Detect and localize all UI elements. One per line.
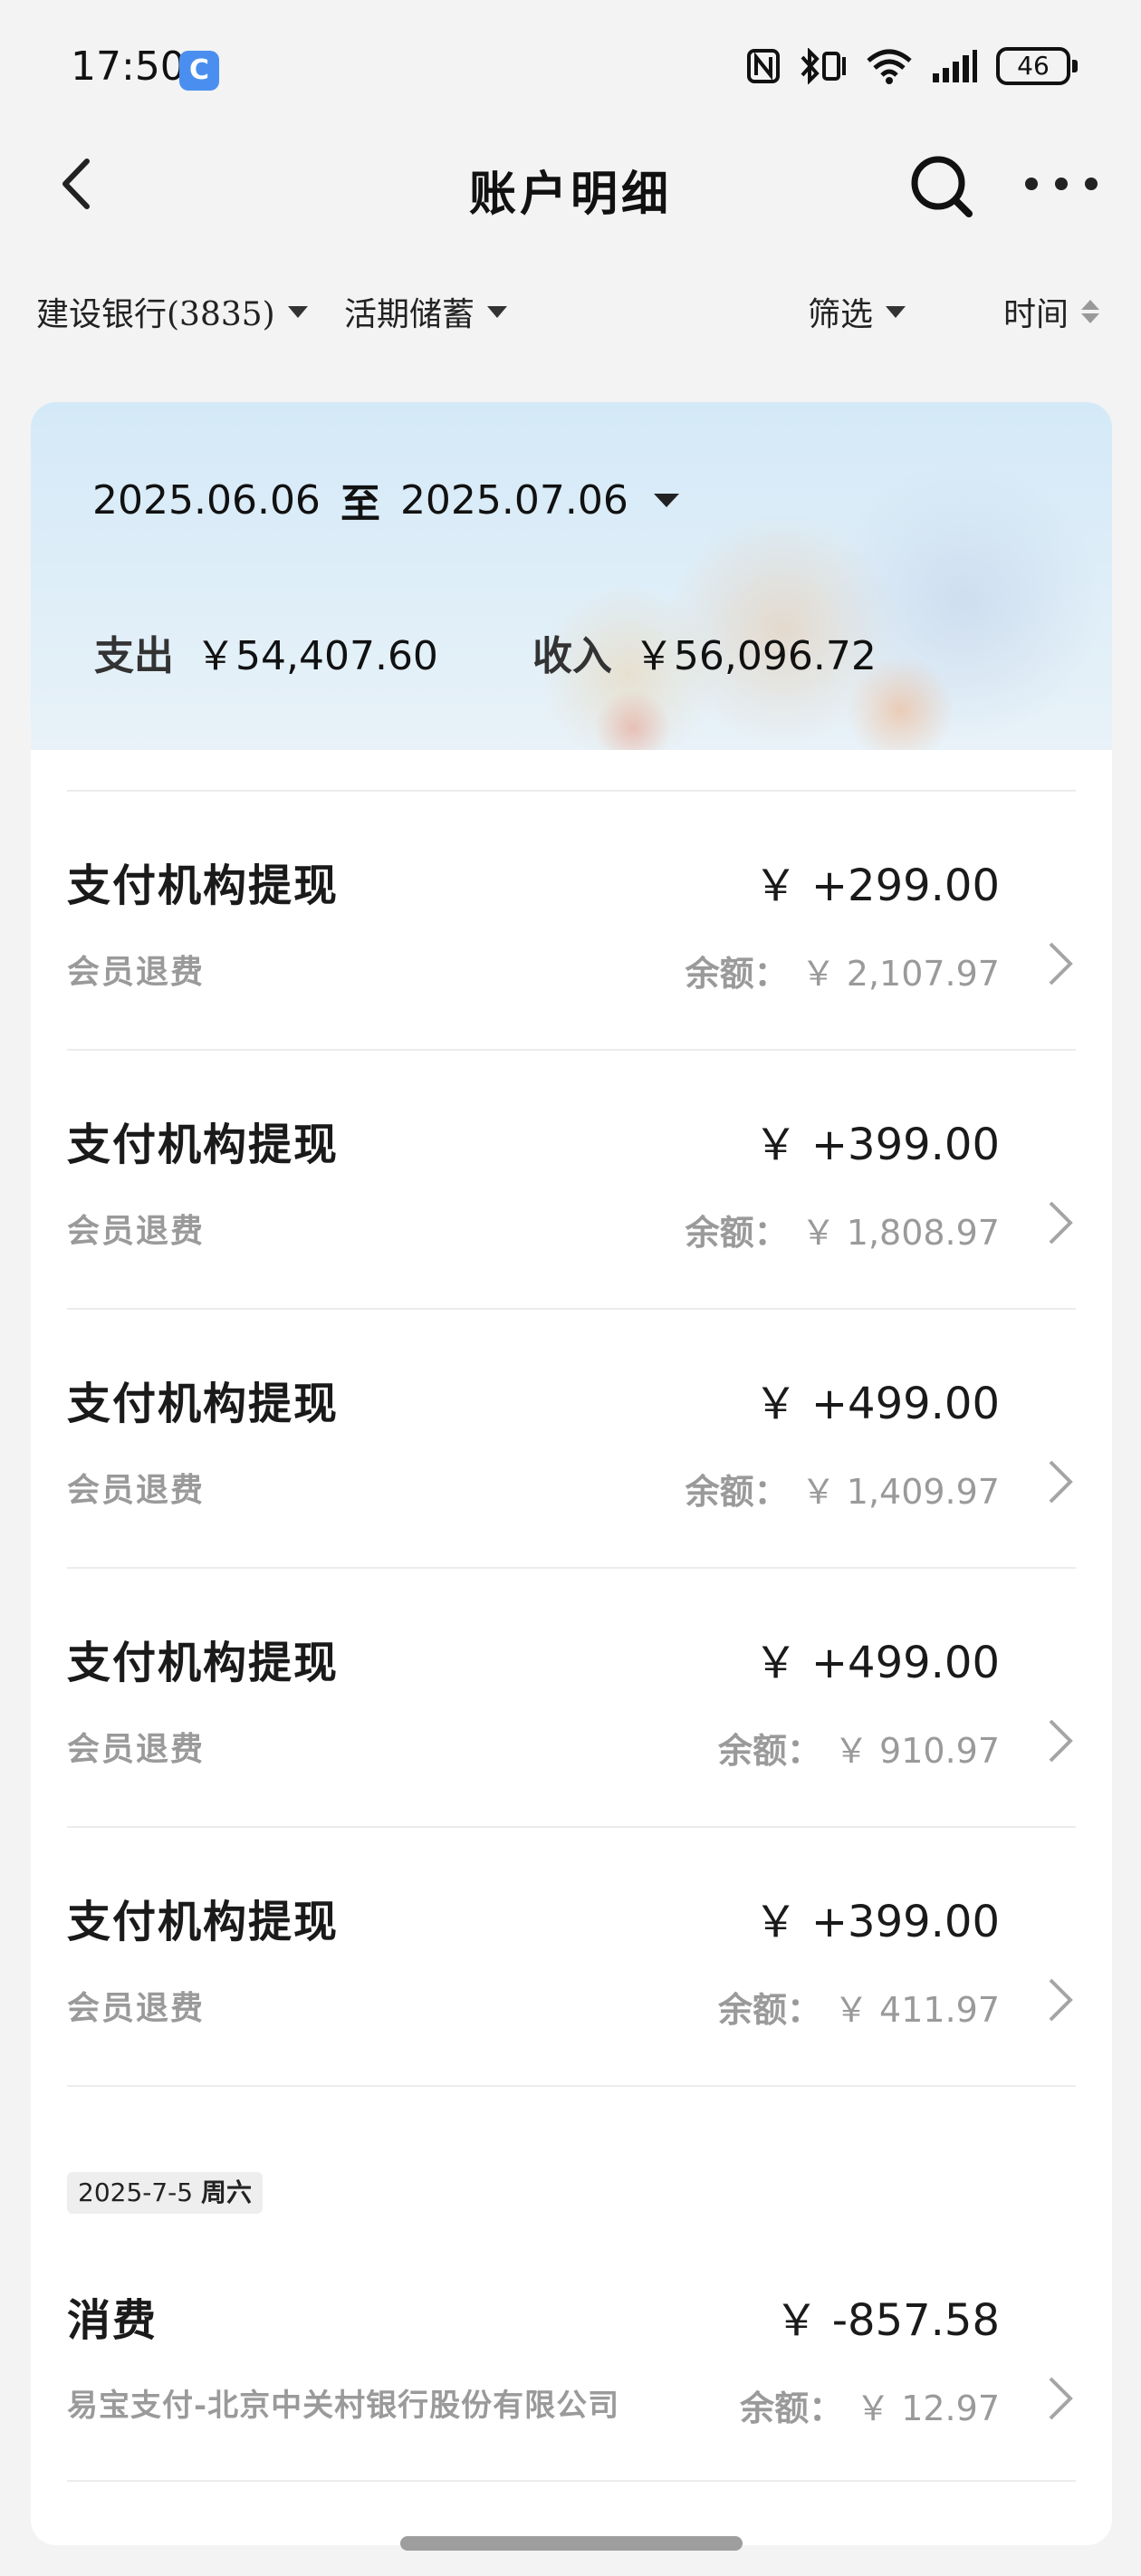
transaction-amount: ￥ +399.00	[753, 1897, 1000, 1947]
date-group-date: 2025-7-5	[78, 2177, 194, 2207]
chevron-right-icon	[1049, 1201, 1073, 1245]
transaction-amount: ￥ +399.00	[753, 1120, 1000, 1170]
chevron-right-icon	[1049, 2377, 1073, 2420]
status-icons: 46	[746, 47, 1078, 85]
chevron-right-icon	[1049, 942, 1073, 985]
transaction-balance: 余额： ￥ 1,808.97	[686, 1205, 1000, 1254]
search-icon	[911, 156, 973, 217]
transaction-row[interactable]: 支付机构提现 ￥ +399.00 会员退费 余额： ￥ 1,808.97	[31, 1051, 1112, 1308]
transaction-desc: 会员退费	[67, 1212, 206, 1250]
caret-down-icon	[653, 493, 679, 507]
more-dot	[1085, 178, 1098, 190]
home-indicator[interactable]	[400, 2536, 743, 2551]
transaction-balance: 余额： ￥ 1,409.97	[686, 1464, 1000, 1514]
balance-label: 余额：	[740, 2388, 844, 2428]
expense-label: 支出	[94, 633, 174, 679]
transaction-desc: 会员退费	[67, 1989, 206, 2027]
transaction-amount: ￥ +299.00	[753, 860, 1000, 911]
filter-button[interactable]: 筛选	[808, 288, 906, 335]
divider	[67, 2085, 1076, 2087]
more-button[interactable]	[1025, 161, 1098, 207]
app-notification-icon: C	[179, 51, 219, 91]
chevron-right-icon	[1049, 1719, 1073, 1763]
sort-icon	[1081, 300, 1100, 323]
account-type-selector[interactable]: 活期储蓄	[344, 288, 508, 335]
summary-banner: 2025.06.06 至 2025.07.06 支出 ￥54,407.60 收入…	[31, 402, 1112, 750]
balance-value: ￥ 12.97	[856, 2389, 1000, 2428]
transaction-row[interactable]: 支付机构提现 ￥ +499.00 会员退费 余额： ￥ 1,409.97	[31, 1310, 1112, 1567]
transaction-row[interactable]: 支付机构提现 ￥ +399.00 会员退费 余额： ￥ 411.97	[31, 1828, 1112, 2085]
totals: 支出 ￥54,407.60 收入 ￥56,096.72	[94, 623, 877, 681]
status-bar: 17:50 C 46	[0, 0, 1141, 136]
transaction-balance: 余额： ￥ 12.97	[740, 2380, 1000, 2430]
account-selector[interactable]: 建设银行(3835)	[36, 288, 308, 335]
start-date: 2025.06.06	[92, 476, 321, 524]
transaction-balance: 余额： ￥ 2,107.97	[686, 946, 1000, 995]
divider	[67, 2480, 1076, 2482]
balance-label: 余额：	[717, 1730, 821, 1771]
sort-label: 时间	[1003, 296, 1069, 333]
account-label: 建设银行(3835)	[36, 296, 275, 333]
transactions-card: 2025.06.06 至 2025.07.06 支出 ￥54,407.60 收入…	[31, 402, 1112, 2545]
balance-label: 余额：	[685, 1212, 789, 1253]
transaction-balance: 余额： ￥ 910.97	[718, 1723, 1000, 1773]
status-time: 17:50	[71, 43, 186, 90]
nfc-icon	[747, 49, 780, 83]
date-range-selector[interactable]: 2025.06.06 至 2025.07.06	[92, 471, 679, 529]
transaction-row[interactable]: 消费 ￥ -857.58 易宝支付-北京中关村银行股份有限公司 余额： ￥ 12.…	[31, 2226, 1112, 2484]
transaction-balance: 余额： ￥ 411.97	[718, 1982, 1000, 2032]
transaction-title: 支付机构提现	[67, 1897, 340, 1947]
date-group-weekday: 周六	[201, 2177, 253, 2207]
date-group-chip: 2025-7-5 周六	[67, 2172, 264, 2214]
more-dot	[1055, 178, 1068, 190]
transaction-desc: 会员退费	[67, 953, 206, 991]
balance-value: ￥ 1,409.97	[801, 1472, 1000, 1512]
income-amount: ￥56,096.72	[633, 633, 877, 679]
date-separator: 至	[340, 481, 380, 527]
transaction-amount: ￥ +499.00	[753, 1379, 1000, 1429]
transaction-title: 支付机构提现	[67, 1120, 340, 1170]
caret-down-icon	[487, 305, 508, 318]
caret-down-icon	[287, 305, 308, 318]
caret-down-icon	[886, 305, 906, 318]
sort-time-button[interactable]: 时间	[1003, 288, 1100, 335]
transaction-title: 支付机构提现	[67, 1379, 340, 1429]
balance-value: ￥ 411.97	[833, 1990, 1000, 2030]
transaction-amount: ￥ -857.58	[774, 2295, 1000, 2346]
chevron-right-icon	[1049, 1460, 1073, 1504]
transaction-row[interactable]: 支付机构提现 ￥ +299.00 会员退费 余额： ￥ 2,107.97	[31, 792, 1112, 1049]
battery-icon: 46	[996, 47, 1078, 85]
balance-value: ￥ 2,107.97	[801, 954, 1000, 994]
filter-label: 筛选	[808, 296, 874, 333]
bluetooth-vibrate-icon	[801, 48, 846, 84]
balance-label: 余额：	[685, 953, 789, 994]
expense-amount: ￥54,407.60	[196, 633, 438, 679]
signal-icon	[933, 50, 977, 82]
account-type-label: 活期储蓄	[344, 296, 475, 333]
more-dot	[1025, 178, 1038, 190]
chevron-right-icon	[1049, 1978, 1073, 2022]
end-date: 2025.07.06	[399, 476, 628, 524]
transaction-desc: 会员退费	[67, 1730, 206, 1768]
search-button[interactable]	[907, 152, 976, 221]
filter-bar: 建设银行(3835) 活期储蓄 筛选 时间	[0, 281, 1141, 344]
balance-value: ￥ 910.97	[833, 1731, 1000, 1771]
nav-bar: 账户明细	[0, 136, 1141, 235]
transaction-desc: 会员退费	[67, 1471, 206, 1509]
transaction-title: 支付机构提现	[67, 860, 340, 911]
balance-value: ￥ 1,808.97	[801, 1213, 1000, 1253]
transaction-amount: ￥ +499.00	[753, 1638, 1000, 1688]
transaction-row[interactable]: 支付机构提现 ￥ +499.00 会员退费 余额： ￥ 910.97	[31, 1569, 1112, 1826]
income-label: 收入	[532, 633, 612, 679]
wifi-icon	[867, 49, 912, 84]
balance-label: 余额：	[685, 1471, 789, 1512]
transaction-title: 消费	[67, 2295, 158, 2346]
transaction-desc: 易宝支付-北京中关村银行股份有限公司	[67, 2388, 620, 2424]
transaction-title: 支付机构提现	[67, 1638, 340, 1688]
balance-label: 余额：	[717, 1989, 821, 2030]
